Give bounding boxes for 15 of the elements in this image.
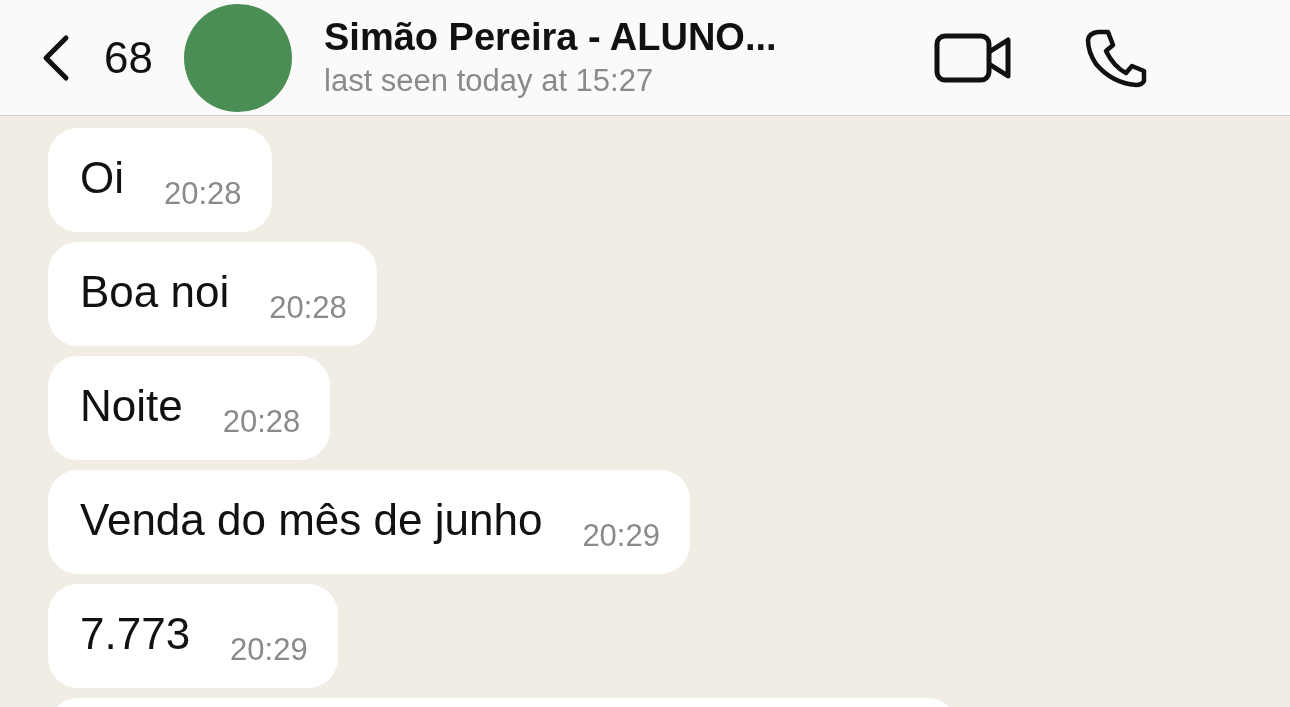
message-time: 20:29 — [582, 518, 660, 554]
message-text: Noite — [80, 380, 183, 432]
contact-name[interactable]: Simão Pereira - ALUNO... — [324, 16, 914, 59]
message-text: 7.773 — [80, 608, 191, 660]
message-time: 20:28 — [164, 176, 242, 212]
video-call-icon[interactable] — [934, 31, 1012, 84]
message-time: 20:29 — [230, 632, 308, 668]
message-text: Boa noi — [80, 266, 230, 318]
message-text: Venda do mês de junho — [80, 494, 543, 546]
message-text: Oi — [80, 152, 124, 204]
message-time: 20:28 — [269, 290, 347, 326]
message-time: 20:28 — [222, 404, 301, 440]
unread-count[interactable]: 68 — [104, 32, 184, 83]
last-seen-status: last seen today at 15:27 — [324, 63, 655, 99]
phone-call-icon[interactable] — [1084, 27, 1148, 88]
